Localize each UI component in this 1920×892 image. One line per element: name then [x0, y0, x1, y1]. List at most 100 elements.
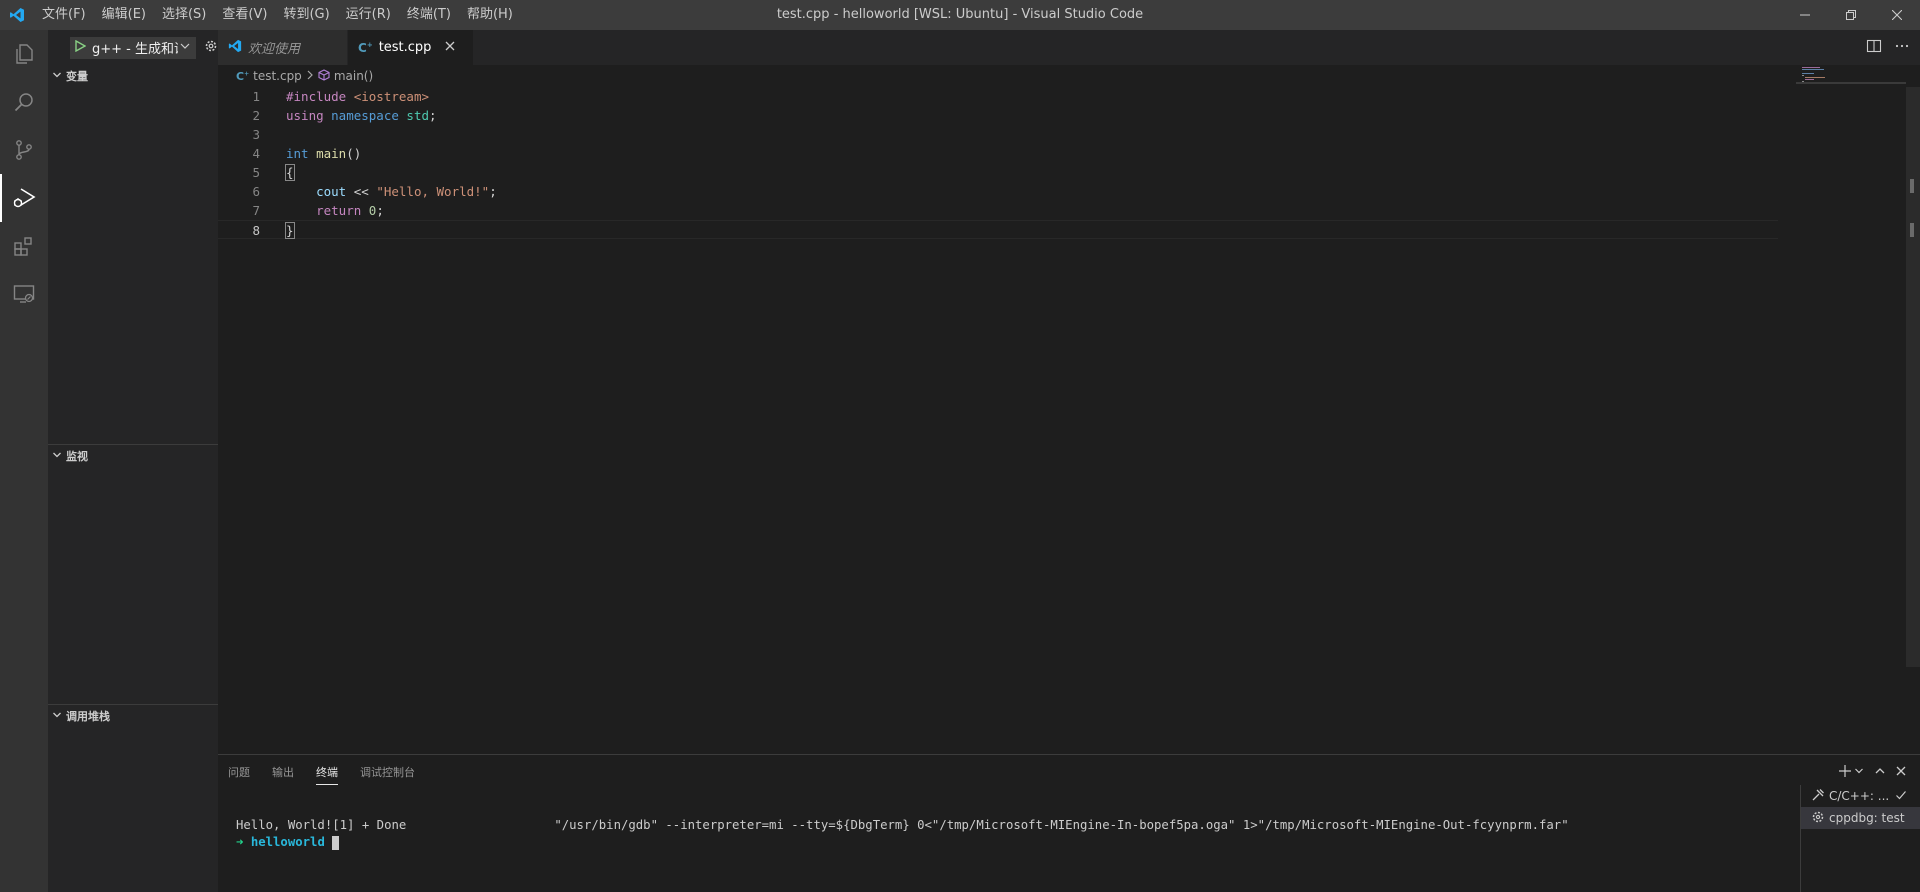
menu-help[interactable]: 帮助(H): [459, 0, 521, 30]
terminal-entry-cppdbg[interactable]: cppdbg: test: [1801, 807, 1920, 829]
check-icon: [1895, 789, 1907, 804]
code-token: ;: [429, 108, 437, 123]
chevron-down-icon[interactable]: [1854, 765, 1864, 780]
terminal-entry-label: cppdbg: test: [1829, 811, 1905, 825]
terminal-line: Hello, World![1] + Done "/usr/bin/gdb" -…: [236, 818, 1569, 832]
code-token: int: [286, 146, 317, 161]
prompt-directory: helloworld: [250, 835, 325, 849]
code-line[interactable]: 5{: [218, 163, 1778, 182]
watch-section: 监视: [48, 444, 218, 467]
menu-terminal[interactable]: 终端(T): [399, 0, 459, 30]
code-line[interactable]: 3: [218, 125, 1778, 144]
breadcrumb-file[interactable]: test.cpp: [253, 69, 302, 83]
more-actions-icon[interactable]: [1894, 38, 1910, 58]
code-text: cout << "Hello, World!";: [286, 182, 497, 201]
tab-debug-console[interactable]: 调试控制台: [360, 755, 415, 790]
code-editor[interactable]: 1 #include <iostream> 2 using namespace std…: [218, 87, 1778, 239]
activity-source-control[interactable]: [0, 126, 48, 174]
code-line[interactable]: 6 cout << "Hello, World!";: [218, 182, 1778, 201]
code-line[interactable]: 7 return 0;: [218, 201, 1778, 220]
menu-go[interactable]: 转到(G): [275, 0, 337, 30]
menu-file[interactable]: 文件(F): [34, 0, 94, 30]
watch-title: 监视: [66, 450, 88, 463]
breadcrumb: C+ test.cpp main(): [218, 65, 1920, 87]
menu-selection[interactable]: 选择(S): [154, 0, 214, 30]
code-token: <iostream>: [353, 89, 429, 104]
code-token: using: [286, 108, 332, 123]
restore-icon: [1846, 10, 1856, 20]
code-text: {: [285, 163, 295, 182]
tab-output[interactable]: 输出: [272, 755, 294, 790]
chevron-down-icon: [52, 710, 62, 723]
close-window-button[interactable]: [1874, 0, 1920, 30]
menu-edit[interactable]: 编辑(E): [94, 0, 154, 30]
code-line[interactable]: 1 #include <iostream>: [218, 87, 1778, 106]
code-line[interactable]: 4 int main(): [218, 144, 1778, 163]
activity-bar: [0, 30, 48, 892]
tab-problems[interactable]: 问题: [228, 755, 250, 790]
line-number: 1: [252, 89, 260, 104]
start-debugging-icon[interactable]: [74, 39, 87, 56]
debug-gear-icon: [1811, 810, 1825, 827]
code-line[interactable]: 8}: [218, 220, 1778, 239]
tab-terminal[interactable]: 终端: [316, 755, 338, 790]
launch-config-dropdown[interactable]: g++ - 生成和调试活动文件: [70, 36, 196, 59]
menu-bar: 文件(F) 编辑(E) 选择(S) 查看(V) 转到(G) 运行(R) 终端(T…: [34, 0, 521, 30]
explorer-icon: [16, 44, 33, 64]
bottom-panel: 问题 输出 终端 调试控制台 Hello, World![1] + Done "…: [218, 754, 1920, 892]
minimap[interactable]: [1796, 65, 1906, 754]
debug-sidebar: g++ - 生成和调试活动文件 变量 监视 调用堆栈: [48, 30, 218, 892]
activity-remote-explorer[interactable]: [0, 270, 48, 318]
terminal-cursor: [332, 835, 340, 850]
code-text: return 0;: [286, 201, 384, 220]
tab-welcome[interactable]: 欢迎使用: [218, 30, 348, 65]
line-number: 7: [252, 203, 260, 218]
activity-explorer[interactable]: [0, 30, 48, 78]
search-icon: [14, 93, 33, 112]
terminal-prompt: ➜ helloworld: [236, 834, 1569, 851]
activity-search[interactable]: [0, 78, 48, 126]
code-token: namespace: [331, 108, 407, 123]
code-text: int main(): [286, 144, 361, 163]
close-icon[interactable]: [445, 40, 455, 55]
activity-run-debug[interactable]: [0, 174, 48, 222]
code-token: {: [285, 164, 295, 181]
call-stack-header[interactable]: 调用堆栈: [48, 705, 218, 727]
code-token: main: [316, 146, 347, 161]
code-token: (): [346, 146, 362, 161]
watch-header[interactable]: 监视: [48, 445, 218, 467]
chevron-right-icon: [306, 69, 314, 83]
code-text: using namespace std;: [286, 106, 437, 125]
tab-test-cpp[interactable]: C+ test.cpp: [348, 30, 474, 65]
restore-button[interactable]: [1828, 0, 1874, 30]
terminal-output[interactable]: Hello, World![1] + Done "/usr/bin/gdb" -…: [236, 817, 1569, 851]
gear-icon[interactable]: [204, 39, 218, 57]
chevron-down-icon: [180, 40, 190, 55]
variables-header[interactable]: 变量: [48, 65, 218, 87]
maximize-panel-icon[interactable]: [1874, 765, 1886, 781]
close-panel-icon[interactable]: [1896, 765, 1906, 780]
variables-section: 变量: [48, 65, 218, 87]
new-terminal-icon[interactable]: [1838, 764, 1852, 782]
extensions-icon: [14, 237, 32, 256]
symbol-method-icon: [318, 68, 330, 84]
debug-toolbar: g++ - 生成和调试活动文件: [48, 30, 218, 65]
run-debug-icon: [13, 188, 36, 208]
chevron-down-icon: [52, 450, 62, 463]
tab-welcome-label: 欢迎使用: [248, 42, 301, 57]
code-text: #include <iostream>: [286, 87, 429, 106]
code-token: cout: [316, 184, 347, 199]
line-number: 8: [252, 223, 260, 238]
terminal-entry-cpp-build[interactable]: C/C++: ...: [1801, 785, 1920, 807]
menu-run[interactable]: 运行(R): [338, 0, 399, 30]
breadcrumb-symbol[interactable]: main(): [334, 69, 373, 83]
menu-view[interactable]: 查看(V): [214, 0, 275, 30]
activity-extensions[interactable]: [0, 222, 48, 270]
editor-scrollbar[interactable]: [1906, 87, 1920, 667]
split-editor-icon[interactable]: [1866, 38, 1882, 58]
minimize-button[interactable]: [1782, 0, 1828, 30]
remote-explorer-icon: [13, 285, 35, 303]
code-line[interactable]: 2 using namespace std;: [218, 106, 1778, 125]
code-text: }: [285, 221, 295, 240]
